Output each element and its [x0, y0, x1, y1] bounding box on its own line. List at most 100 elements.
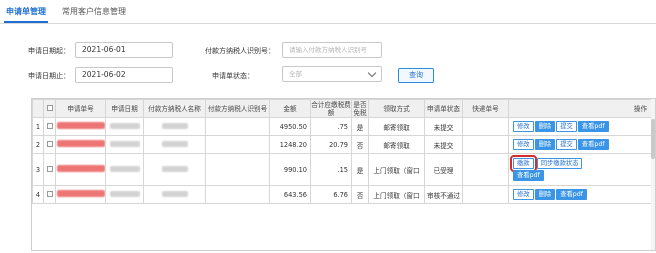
- delete-button[interactable]: 删除: [534, 120, 556, 132]
- checkbox[interactable]: [46, 122, 53, 129]
- status-cell: 已受理: [424, 153, 463, 186]
- operations-cell: 修改 删除 提交 查看pdf: [508, 135, 655, 154]
- status-cell: 未提交: [424, 135, 463, 154]
- application-date-redacted: [105, 153, 144, 186]
- exempt-cell: 否: [351, 185, 369, 204]
- application-date-redacted: [105, 135, 144, 154]
- header-tax-exempt: 是否免税: [351, 99, 369, 118]
- table-row: 4 643.56 6.76 否 上门领取（窗口 审核不通过 修改 删除 查看pdf: [32, 185, 655, 204]
- amount-cell: 643.56: [269, 185, 311, 204]
- taxpayer-id-label: 付款方纳税人识别号：: [205, 47, 275, 55]
- tracking-no-cell: [462, 135, 509, 154]
- row-index: 4: [32, 185, 44, 204]
- application-no-redacted: [55, 185, 106, 204]
- view-pdf-button[interactable]: 查看pdf: [577, 120, 609, 132]
- operations-cell: 缴款 同步缴款状态 查看pdf: [508, 153, 655, 186]
- status-select-value: 全部: [289, 70, 302, 78]
- start-date-input[interactable]: 2021-06-01: [75, 42, 173, 58]
- application-table: 申请单号 申请日期 付款方纳税人名称 付款方纳税人识别号 金额 合计应缴税费额 …: [31, 98, 656, 251]
- header-amount: 金额: [269, 99, 311, 118]
- row-checkbox[interactable]: [43, 185, 56, 204]
- table-row: 1 4950.50 .75 是 邮寄领取 未提交 修改 删除 提交 查看pdf: [32, 117, 655, 136]
- application-date-redacted: [105, 185, 144, 204]
- tracking-no-cell: [462, 185, 509, 204]
- tax-cell: .75: [310, 117, 352, 136]
- edit-button[interactable]: 修改: [513, 138, 534, 150]
- pay-button[interactable]: 缴款: [510, 155, 537, 172]
- tracking-no-cell: [462, 117, 509, 136]
- tracking-no-cell: [462, 153, 509, 186]
- delete-button[interactable]: 删除: [534, 188, 556, 200]
- payer-taxid-cell: [205, 153, 270, 186]
- header-pickup-method: 领取方式: [368, 99, 425, 118]
- taxpayer-id-input[interactable]: 请输入付款方纳税人识别号: [282, 42, 382, 58]
- row-checkbox[interactable]: [43, 117, 56, 136]
- exempt-cell: 是: [351, 153, 369, 186]
- payer-name-redacted: [143, 185, 206, 204]
- exempt-cell: 否: [351, 135, 369, 154]
- payer-taxid-cell: [205, 117, 270, 136]
- header-checkbox[interactable]: [43, 99, 56, 118]
- application-no-redacted: [55, 135, 106, 154]
- checkbox[interactable]: [46, 140, 53, 147]
- tax-cell: .15: [310, 153, 352, 186]
- header-payer-taxid: 付款方纳税人识别号: [205, 99, 270, 118]
- view-pdf-button[interactable]: 查看pdf: [513, 169, 544, 181]
- tab-bar: 申请单管理 常用客户信息管理: [0, 0, 656, 24]
- payer-name-redacted: [143, 135, 206, 154]
- pickup-method-cell: 上门领取（窗口: [368, 185, 425, 204]
- header-payer-name: 付款方纳税人名称: [143, 99, 206, 118]
- application-no-redacted: [55, 153, 106, 186]
- query-button[interactable]: 查询: [398, 68, 434, 83]
- exempt-cell: 是: [351, 117, 369, 136]
- pickup-method-cell: 上门领取（窗口: [368, 153, 425, 186]
- amount-cell: 990.10: [269, 153, 311, 186]
- row-index: 3: [32, 153, 44, 186]
- header-application-no: 申请单号: [55, 99, 106, 118]
- header-index: [32, 99, 44, 118]
- start-date-label: 申请日期起：: [28, 47, 70, 55]
- edit-button[interactable]: 修改: [513, 188, 534, 200]
- edit-button[interactable]: 修改: [513, 120, 534, 132]
- payer-name-redacted: [143, 153, 206, 186]
- end-date-input[interactable]: 2021-06-02: [75, 67, 173, 83]
- delete-button[interactable]: 删除: [534, 138, 556, 150]
- status-select[interactable]: 全部: [282, 66, 382, 82]
- checkbox[interactable]: [46, 165, 53, 172]
- payer-taxid-cell: [205, 135, 270, 154]
- status-cell: 未提交: [424, 117, 463, 136]
- row-checkbox[interactable]: [43, 153, 56, 186]
- row-index: 2: [32, 135, 44, 154]
- header-total-tax: 合计应缴税费额: [310, 99, 352, 118]
- row-checkbox[interactable]: [43, 135, 56, 154]
- tab-application-management[interactable]: 申请单管理: [4, 6, 48, 23]
- amount-cell: 1248.20: [269, 135, 311, 154]
- header-status: 申请单状态: [424, 99, 463, 118]
- tax-cell: 20.79: [310, 135, 352, 154]
- select-all-checkbox[interactable]: [46, 104, 53, 111]
- application-date-redacted: [105, 117, 144, 136]
- application-no-redacted: [55, 117, 106, 136]
- chevron-down-icon: [367, 68, 377, 78]
- end-date-label: 申请日期止：: [28, 72, 70, 80]
- header-tracking-no: 快递单号: [462, 99, 509, 118]
- header-application-date: 申请日期: [105, 99, 144, 118]
- table-header-row: 申请单号 申请日期 付款方纳税人名称 付款方纳税人识别号 金额 合计应缴税费额 …: [32, 99, 655, 118]
- tab-customer-info[interactable]: 常用客户信息管理: [62, 6, 126, 17]
- operations-cell: 修改 删除 查看pdf: [508, 185, 655, 204]
- header-operations: 操作: [508, 99, 655, 118]
- view-pdf-button[interactable]: 查看pdf: [556, 188, 587, 200]
- amount-cell: 4950.50: [269, 117, 311, 136]
- sync-payment-status-button[interactable]: 同步缴款状态: [536, 158, 583, 169]
- status-label: 申请单状态：: [212, 72, 254, 80]
- payer-name-redacted: [143, 117, 206, 136]
- pickup-method-cell: 邮寄领取: [368, 135, 425, 154]
- checkbox[interactable]: [46, 190, 53, 197]
- view-pdf-button[interactable]: 查看pdf: [577, 138, 609, 150]
- submit-button[interactable]: 提交: [556, 138, 577, 150]
- scrollbar-thumb[interactable]: [651, 119, 655, 159]
- payer-taxid-cell: [205, 185, 270, 204]
- status-cell: 审核不通过: [424, 185, 463, 204]
- table-row: 3 990.10 .15 是 上门领取（窗口 已受理 缴款 同步缴款状态 查看p…: [32, 153, 655, 186]
- submit-button[interactable]: 提交: [556, 120, 577, 132]
